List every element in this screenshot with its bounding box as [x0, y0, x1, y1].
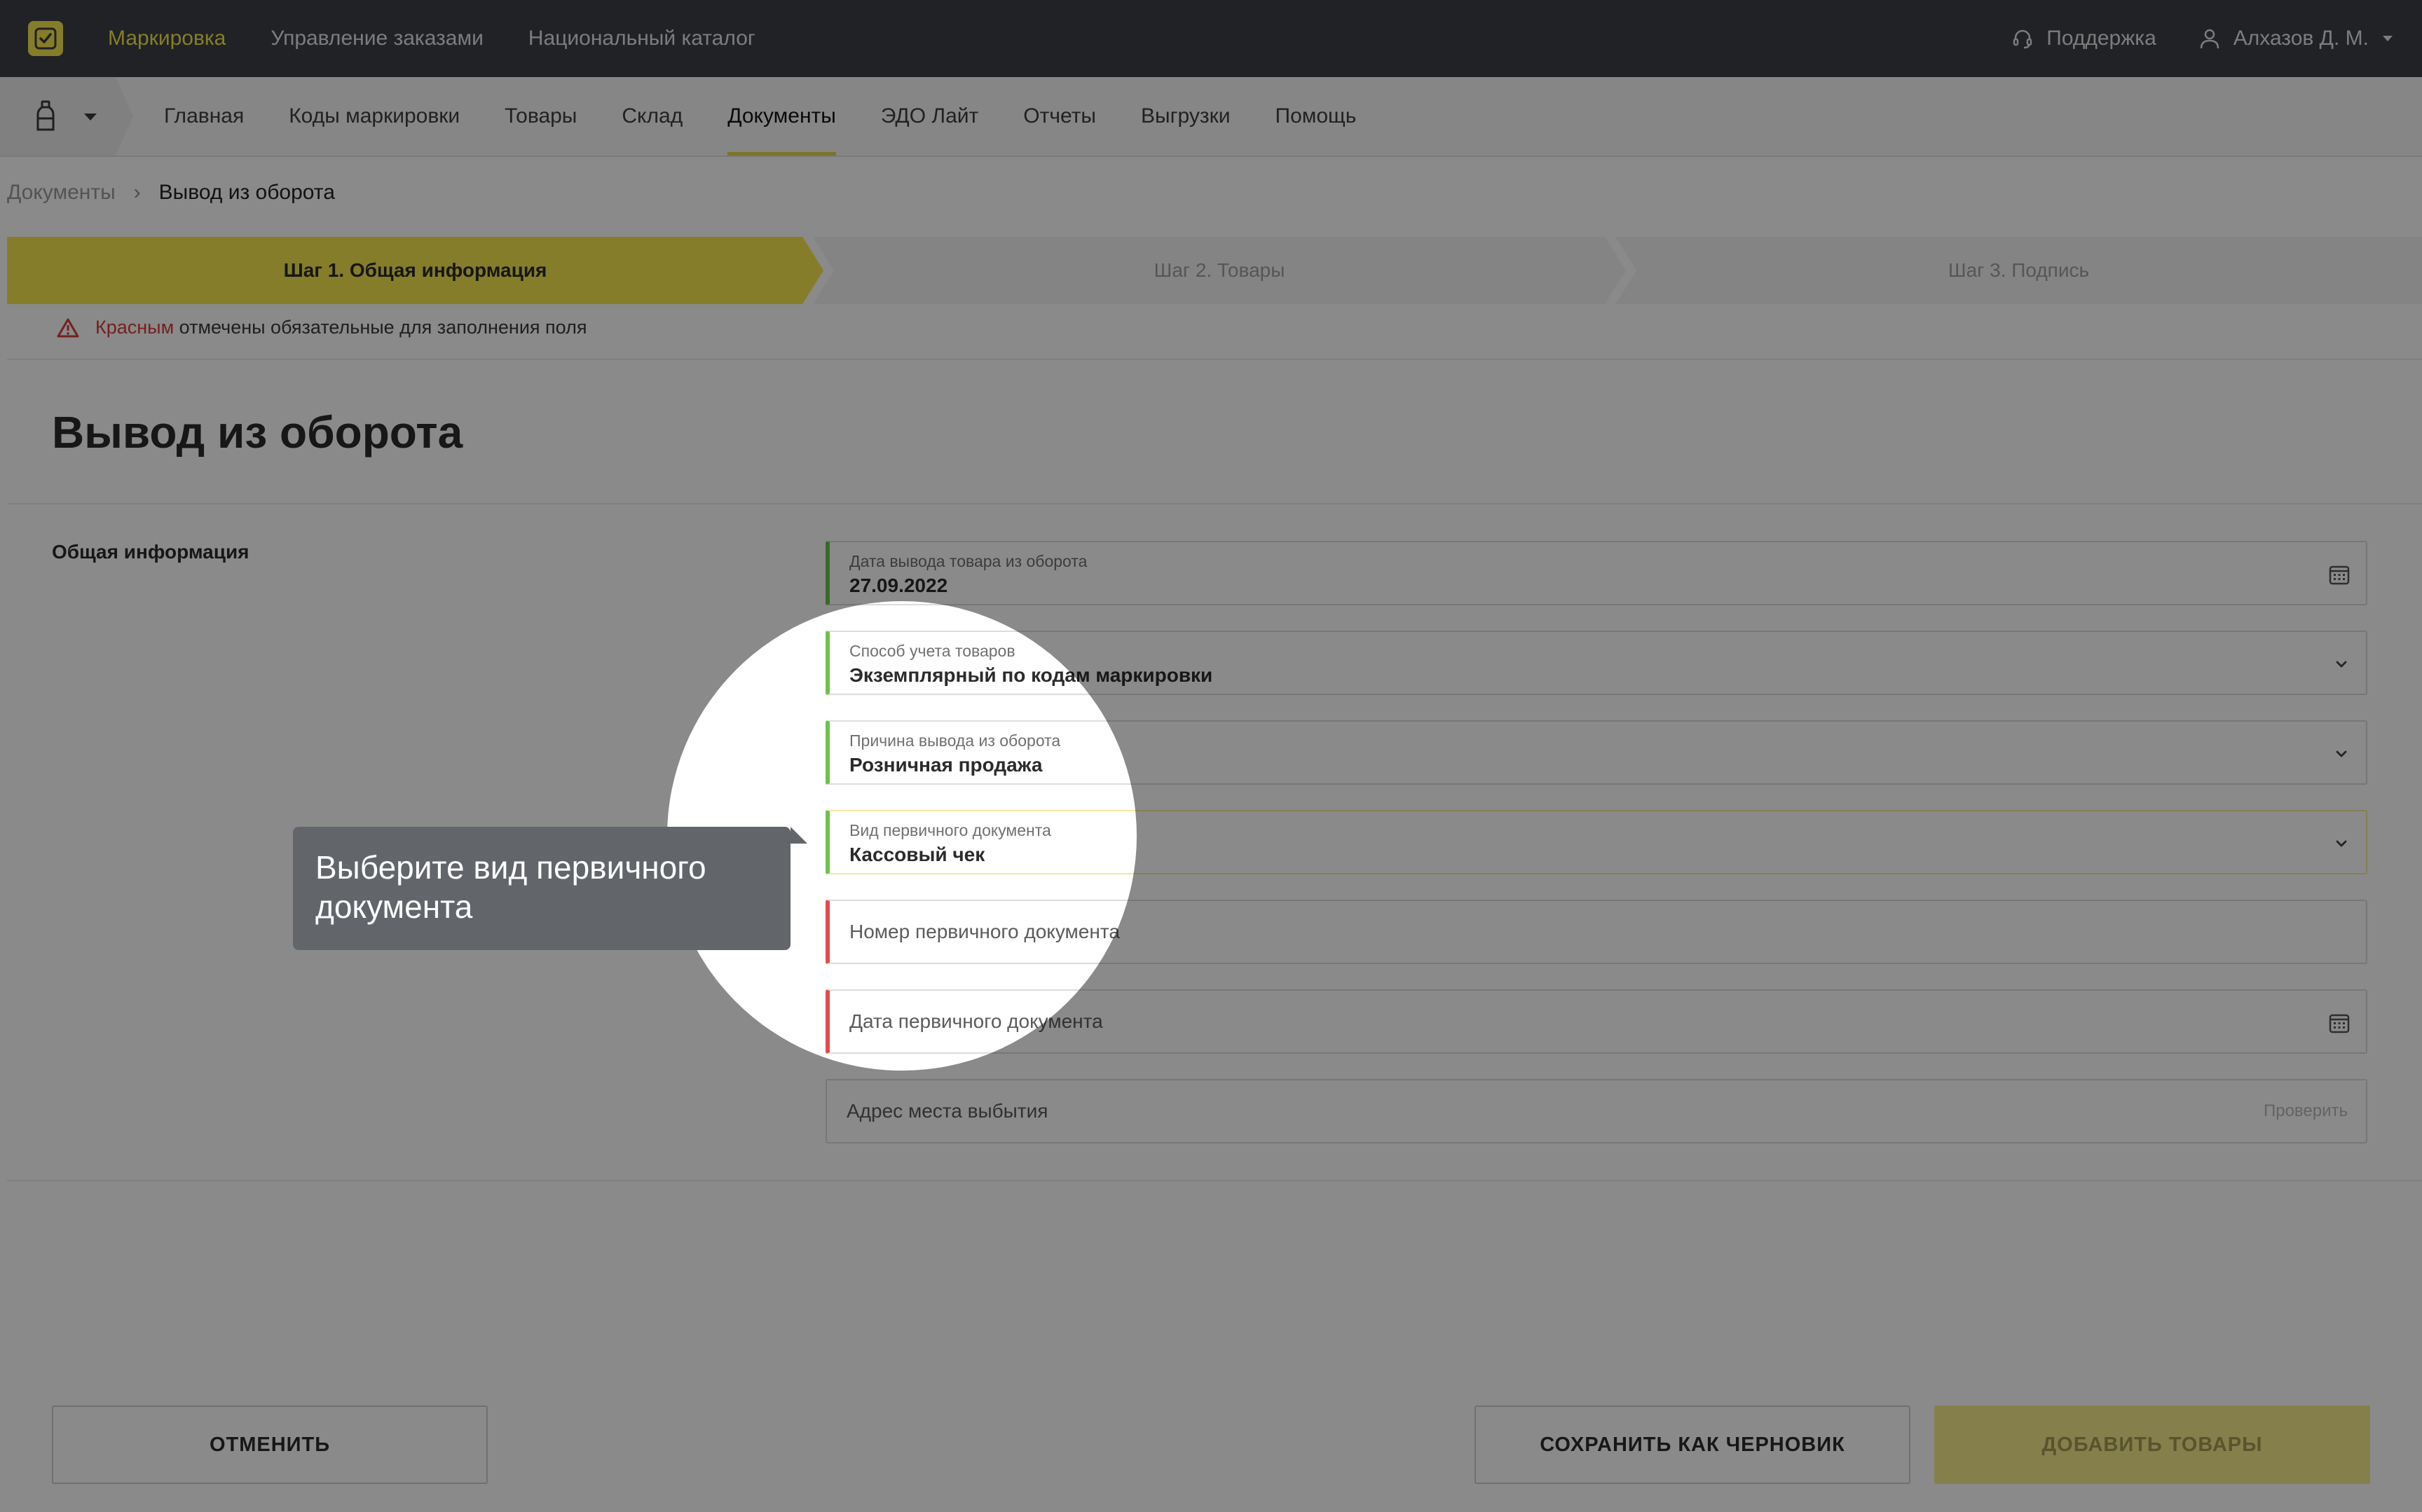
calendar-icon[interactable]: [2328, 563, 2351, 586]
primary-doc-type-select[interactable]: Вид первичного документа Кассовый чек: [826, 810, 2367, 874]
warning-icon: [57, 318, 79, 337]
chevron-down-icon: [2336, 750, 2347, 757]
logo-icon[interactable]: [28, 21, 63, 56]
top-nav-orders[interactable]: Управление заказами: [271, 27, 484, 50]
sub-nav: Главная Коды маркировки Товары Склад Док…: [164, 77, 1356, 156]
support-label: Поддержка: [2046, 27, 2156, 50]
user-menu[interactable]: Алхазов Д. М.: [2198, 27, 2394, 50]
calendar-icon[interactable]: [2328, 1012, 2351, 1034]
onboarding-tooltip: Выберите вид первичного документа: [293, 827, 807, 950]
chevron-down-icon: [2336, 661, 2347, 668]
primary-doc-type-label: Вид первичного документа: [849, 821, 1051, 839]
step-2[interactable]: Шаг 2. Товары: [813, 237, 1626, 304]
disposal-address-input[interactable]: Адрес места выбытия Проверить: [826, 1079, 2367, 1143]
notice-red-word: Красным: [95, 317, 175, 338]
user-icon: [2200, 29, 2219, 49]
support-link[interactable]: Поддержка: [2011, 27, 2156, 50]
disposal-address-placeholder: Адрес места выбытия: [847, 1100, 1048, 1122]
divider: [7, 1180, 2422, 1181]
nav-goods[interactable]: Товары: [505, 77, 577, 156]
bottle-icon: [36, 100, 55, 131]
primary-doc-number-input[interactable]: Номер первичного документа: [826, 900, 2367, 964]
add-goods-button[interactable]: ДОБАВИТЬ ТОВАРЫ: [1934, 1406, 2370, 1484]
nav-reports[interactable]: Отчеты: [1023, 77, 1096, 156]
breadcrumb: Документы › Вывод из оборота: [7, 181, 335, 205]
date-out-value: 27.09.2022: [849, 575, 948, 596]
nav-main[interactable]: Главная: [164, 77, 244, 156]
nav-edo-lite[interactable]: ЭДО Лайт: [881, 77, 978, 156]
nav-warehouse[interactable]: Склад: [622, 77, 683, 156]
page-title: Вывод из оборота: [52, 407, 463, 458]
primary-doc-date-input[interactable]: Дата первичного документа: [826, 989, 2367, 1054]
date-out-field[interactable]: Дата вывода товара из оборота 27.09.2022: [826, 541, 2367, 605]
notice-text: отмечены обязательные для заполнения пол…: [179, 317, 587, 338]
top-right: Поддержка Алхазов Д. М.: [2011, 0, 2394, 77]
nav-help[interactable]: Помощь: [1275, 77, 1357, 156]
headset-icon: [2013, 29, 2032, 49]
step-3[interactable]: Шаг 3. Подпись: [1615, 237, 2422, 304]
top-navbar: Маркировка Управление заказами Националь…: [0, 0, 2422, 77]
breadcrumb-documents[interactable]: Документы: [7, 181, 116, 205]
breadcrumb-separator: ›: [133, 181, 141, 204]
accounting-method-select[interactable]: Способ учета товаров Экземплярный по код…: [826, 631, 2367, 695]
breadcrumb-current: Вывод из оборота: [158, 181, 335, 204]
top-nav-marking[interactable]: Маркировка: [108, 27, 226, 50]
nav-documents[interactable]: Документы: [727, 77, 836, 156]
step-1[interactable]: Шаг 1. Общая информация: [7, 237, 823, 304]
sub-navbar: Главная Коды маркировки Товары Склад Док…: [0, 77, 2422, 157]
divider: [7, 503, 2422, 504]
product-group-switcher[interactable]: [0, 77, 133, 156]
check-address-link[interactable]: Проверить: [2264, 1080, 2348, 1142]
save-draft-button[interactable]: СОХРАНИТЬ КАК ЧЕРНОВИК: [1475, 1406, 1910, 1484]
chevron-down-icon: [84, 114, 97, 121]
wizard-steps: Шаг 1. Общая информация Шаг 2. Товары Ша…: [7, 237, 2422, 304]
primary-doc-type-value: Кассовый чек: [849, 844, 985, 865]
caret-down-icon: [2383, 36, 2393, 41]
user-name: Алхазов Д. М.: [2233, 27, 2369, 50]
accounting-method-label: Способ учета товаров: [849, 642, 1015, 660]
primary-doc-date-placeholder: Дата первичного документа: [849, 1010, 1103, 1032]
withdrawal-reason-label: Причина вывода из оборота: [849, 731, 1061, 750]
chevron-down-icon: [2336, 840, 2347, 847]
withdrawal-reason-value: Розничная продажа: [849, 754, 1043, 776]
required-fields-notice: Красным отмечены обязательные для заполн…: [56, 317, 587, 338]
primary-doc-number-placeholder: Номер первичного документа: [849, 921, 1120, 942]
accounting-method-value: Экземплярный по кодам маркировки: [849, 664, 1213, 686]
divider: [7, 359, 2422, 360]
section-label: Общая информация: [52, 541, 249, 563]
top-nav-catalog[interactable]: Национальный каталог: [528, 27, 755, 50]
nav-exports[interactable]: Выгрузки: [1141, 77, 1231, 156]
cancel-button[interactable]: ОТМЕНИТЬ: [52, 1406, 488, 1484]
withdrawal-reason-select[interactable]: Причина вывода из оборота Розничная прод…: [826, 720, 2367, 785]
nav-codes[interactable]: Коды маркировки: [289, 77, 460, 156]
top-nav: Маркировка Управление заказами Националь…: [108, 0, 755, 77]
date-out-label: Дата вывода товара из оборота: [849, 552, 1088, 570]
